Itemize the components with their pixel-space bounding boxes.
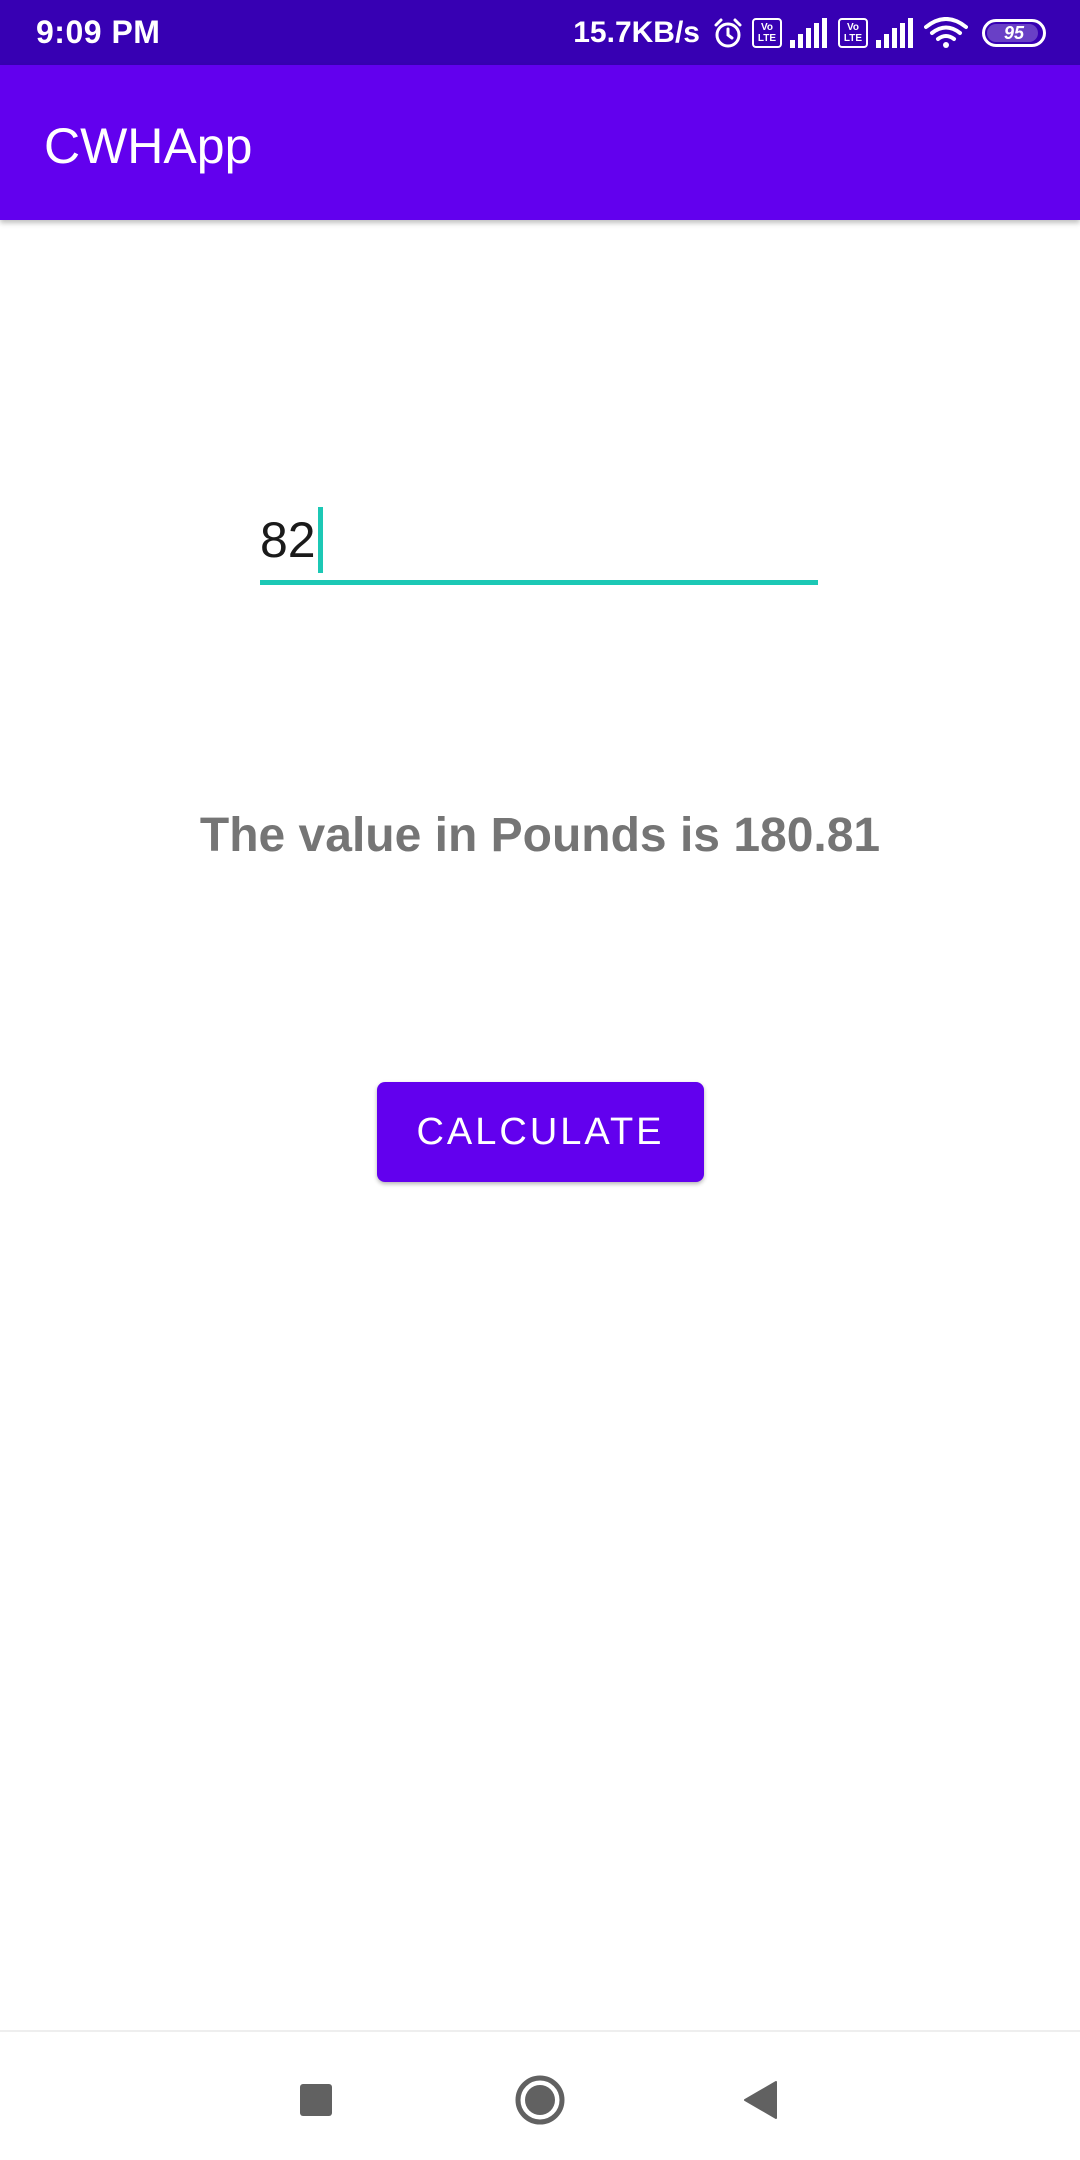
status-time: 9:09 PM — [36, 14, 161, 50]
input-value: 82 — [260, 512, 316, 568]
text-cursor — [317, 507, 323, 573]
back-triangle-icon — [742, 2080, 778, 2120]
calculate-button[interactable]: CALCULATE — [377, 1082, 704, 1182]
app-bar: CWHApp — [0, 65, 1080, 220]
home-circle-icon — [514, 2074, 566, 2126]
alarm-icon — [712, 17, 744, 49]
app-screen: 9:09 PM 15.7KB/s Vo LTE Vo LTE 95 CWHApp… — [0, 0, 1080, 2160]
home-button[interactable] — [512, 2072, 568, 2128]
app-title: CWHApp — [44, 118, 253, 174]
battery-icon: 95 — [982, 19, 1046, 47]
signal-icon — [790, 18, 830, 48]
result-text: The value in Pounds is 180.81 — [199, 809, 881, 862]
volte-icon: Vo LTE — [752, 18, 782, 48]
navigation-bar — [0, 2030, 1080, 2160]
recents-square-icon — [299, 2083, 333, 2117]
weight-input[interactable]: 82 — [260, 500, 818, 585]
recents-button[interactable] — [288, 2072, 344, 2128]
status-bar: 9:09 PM 15.7KB/s Vo LTE Vo LTE 95 — [0, 0, 1080, 65]
battery-level: 95 — [1003, 22, 1025, 43]
wifi-icon — [924, 17, 968, 49]
network-speed: 15.7KB/s — [573, 16, 700, 49]
signal-icon — [876, 18, 916, 48]
back-button[interactable] — [732, 2072, 788, 2128]
status-icons: 15.7KB/s Vo LTE Vo LTE 95 — [573, 10, 1046, 56]
volte-icon: Vo LTE — [838, 18, 868, 48]
